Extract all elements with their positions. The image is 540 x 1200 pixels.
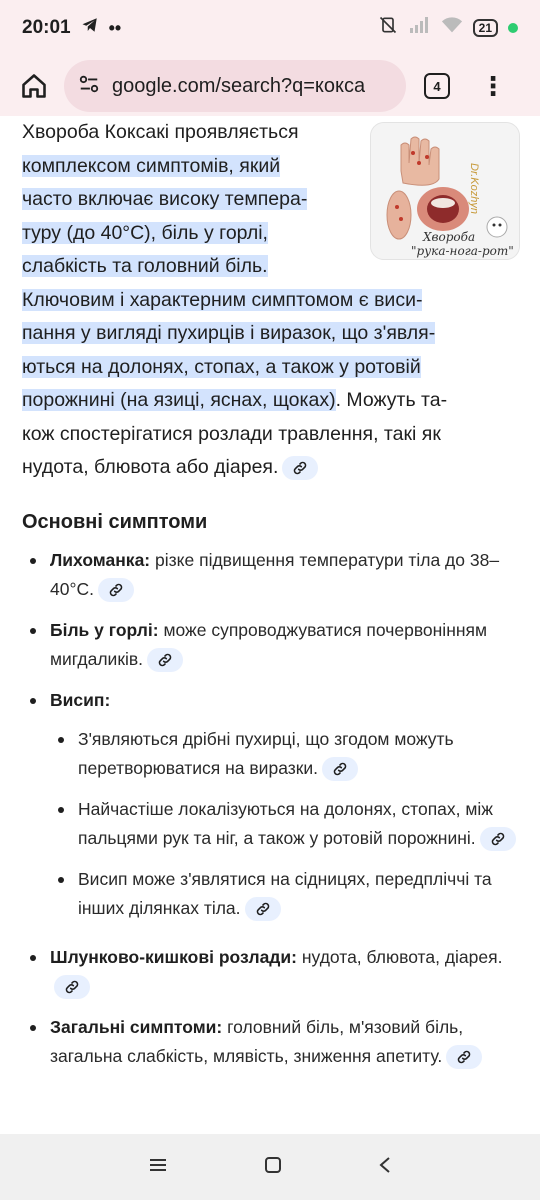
home-nav-button[interactable] [264, 1156, 282, 1179]
image-watermark: Dr.Kozhyn [468, 163, 480, 214]
square-icon [265, 1156, 281, 1173]
image-caption-1: Хвороба [422, 230, 475, 244]
highlight-line[interactable]: туру (до 40°C), біль у горлі, [22, 221, 268, 244]
mute-icon [377, 15, 399, 41]
url-text: google.com/search?q=кокса [112, 74, 366, 97]
sub-item-text: Найчастіше локалізуються на долонях, сто… [78, 798, 494, 848]
link-icon [294, 461, 307, 475]
ai-overview-content: Dr.Kozhyn Хвороба "рука-нога-рот" Хвороб… [0, 116, 540, 1134]
source-link-button[interactable] [147, 647, 184, 672]
item-title: Біль у горлі: [50, 619, 159, 640]
link-icon [333, 762, 347, 776]
link-icon [65, 980, 79, 994]
back-button[interactable] [378, 1156, 392, 1179]
browser-toolbar: google.com/search?q=кокса 4 ⋮ [0, 56, 540, 116]
source-link-button[interactable] [244, 896, 281, 921]
home-icon [22, 74, 46, 98]
signal-icon [409, 16, 431, 40]
highlight-line[interactable]: слабкість та головний біль. [22, 255, 268, 277]
section-title: Основні симптоми [22, 510, 208, 533]
link-icon [457, 1050, 471, 1064]
intro-tail: нудота, блювота або діарея. [22, 456, 279, 478]
intro-tail: . Можуть та- [335, 389, 448, 411]
highlight-line[interactable]: часто включає високу темпера- [22, 188, 308, 210]
more-menu-button[interactable]: ⋮ [480, 73, 506, 99]
image-caption-2: "рука-нога-рот" [411, 244, 514, 258]
home-button[interactable] [14, 66, 54, 106]
source-link-button[interactable] [446, 1044, 483, 1069]
more-dots-icon: •• [108, 17, 122, 38]
source-link-button[interactable] [282, 455, 319, 480]
rash-sublist: З'являються дрібні пухирці, що згодом мо… [50, 725, 518, 923]
recent-apps-button[interactable] [148, 1157, 168, 1178]
sub-list-item: Найчастіше локалізуються на долонях, сто… [50, 795, 518, 853]
list-item: Загальні симптоми: головний біль, м'язов… [22, 1013, 518, 1071]
telegram-icon [81, 16, 99, 40]
status-time: 20:01 [22, 17, 71, 38]
link-icon [491, 832, 504, 846]
highlight-line[interactable]: ються на долонях, стопах, а також у рото… [22, 355, 421, 378]
item-title: Загальні симптоми: [50, 1016, 223, 1037]
highlight-line[interactable]: порожнині (на язиці, яснах, щоках) [22, 389, 336, 411]
source-link-button[interactable] [479, 826, 516, 851]
wifi-icon [441, 16, 463, 40]
menu-lines-icon [150, 1158, 166, 1171]
coxsackie-image[interactable]: Dr.Kozhyn Хвороба "рука-нога-рот" [370, 122, 520, 260]
sub-list-item: З'являються дрібні пухирці, що згодом мо… [50, 725, 518, 783]
list-item: Лихоманка: різке підвищення температури … [22, 546, 518, 604]
system-nav-bar [0, 1134, 540, 1200]
item-title: Шлунково-кишкові розлади: [50, 946, 297, 967]
site-settings-icon[interactable] [78, 73, 100, 100]
sub-item-text: Висип може з'являтися на сідницях, перед… [78, 868, 492, 918]
tab-count: 4 [433, 78, 441, 94]
item-title: Лихоманка: [50, 549, 151, 570]
back-chevron-icon [379, 1156, 390, 1173]
active-dot-icon [508, 23, 518, 33]
item-text: нудота, блювота, діарея. [297, 946, 503, 967]
link-icon [158, 653, 172, 667]
intro-paragraph: Dr.Kozhyn Хвороба "рука-нога-рот" Хвороб… [22, 116, 520, 485]
status-bar: 20:01 •• 21 [0, 0, 540, 56]
intro-line: кож спостерігатися розлади травлення, та… [22, 422, 441, 445]
tab-switcher-button[interactable]: 4 [424, 73, 450, 99]
battery-level: 21 [478, 21, 492, 35]
symptom-list: Лихоманка: різке підвищення температури … [22, 546, 518, 1071]
list-item: Біль у горлі: може супроводжуватися поче… [22, 616, 518, 674]
source-link-button[interactable] [97, 577, 134, 602]
list-item: Шлунково-кишкові розлади: нудота, блювот… [22, 943, 518, 1001]
link-icon [256, 902, 269, 916]
sub-item-text: З'являються дрібні пухирці, що згодом мо… [78, 728, 454, 778]
highlight-line[interactable]: Ключовим і характерним симптомом є виси- [22, 288, 423, 311]
sub-list-item: Висип може з'являтися на сідницях, перед… [50, 865, 518, 923]
highlight-line[interactable]: комплексом симптомів, який [22, 154, 281, 177]
highlight-line[interactable]: пання у вигляді пухирців і виразок, що з… [22, 322, 436, 344]
item-title: Висип: [50, 689, 111, 710]
list-item: Висип: З'являються дрібні пухирці, що зг… [22, 686, 518, 923]
source-link-button[interactable] [54, 974, 90, 999]
link-icon [109, 583, 123, 597]
address-bar[interactable]: google.com/search?q=кокса [64, 60, 406, 112]
battery-icon: 21 [472, 19, 498, 37]
source-link-button[interactable] [322, 756, 359, 781]
